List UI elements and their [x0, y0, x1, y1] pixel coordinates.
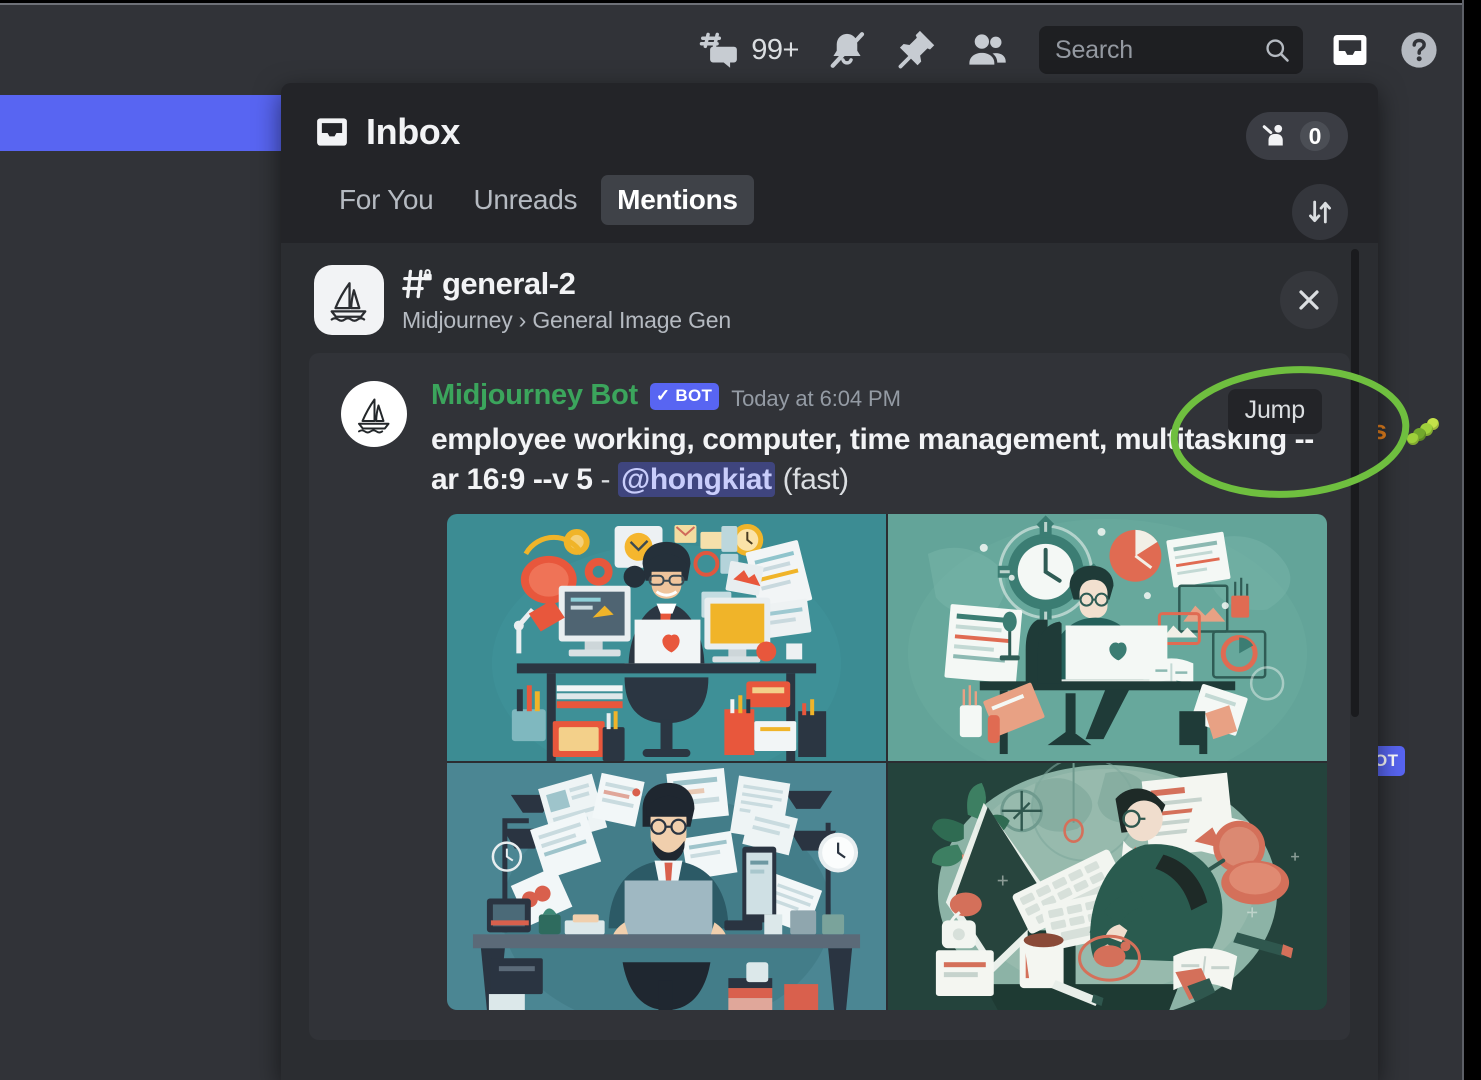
caterpillar-emoji [1405, 418, 1439, 448]
threads-button[interactable]: 99+ [698, 28, 799, 72]
inbox-panel-body: general-2 Midjourney › General Image Gen… [281, 243, 1378, 1080]
inbox-button[interactable] [1329, 29, 1371, 71]
inbox-popout-panel: Inbox For You Unreads Mentions 0 general… [281, 83, 1378, 1080]
generated-image-3[interactable] [447, 762, 886, 1010]
message-prompt-text: employee working, computer, time managem… [431, 423, 1314, 496]
bot-badge-label: BOT [675, 386, 713, 405]
inbox-icon [313, 113, 351, 151]
help-button[interactable] [1397, 28, 1441, 72]
message-inner: Jump Midjourney Bot ✓ BOT Today at 6:04 … [309, 379, 1350, 1010]
raise-hand-pill[interactable]: 0 [1246, 112, 1348, 160]
help-icon [1397, 28, 1441, 72]
search-placeholder: Search [1055, 35, 1134, 64]
window-frame-right [1463, 0, 1481, 1080]
user-mention[interactable]: @hongkiat [618, 461, 775, 497]
close-icon [1299, 290, 1319, 310]
mention-message-card[interactable]: Jump Midjourney Bot ✓ BOT Today at 6:04 … [309, 353, 1350, 1040]
inbox-scrollbar-thumb[interactable] [1351, 249, 1359, 717]
background-selected-channel-row[interactable] [0, 95, 282, 151]
generated-image-grid[interactable] [447, 513, 1327, 1010]
inbox-tabs: For You Unreads Mentions [323, 175, 1346, 225]
message-timestamp: Today at 6:04 PM [731, 385, 901, 411]
inbox-icon [1329, 29, 1371, 71]
page-title: Inbox [366, 111, 460, 152]
midjourney-sailboat-icon [330, 282, 367, 322]
pinned-messages-button[interactable] [895, 28, 939, 72]
inbox-title-row: Inbox [313, 111, 1346, 153]
tab-for-you[interactable]: For You [323, 175, 449, 225]
sort-button[interactable] [1292, 184, 1348, 240]
channel-name-row: general-2 [402, 266, 731, 302]
top-toolbar: 99+ Search [0, 5, 1463, 95]
sort-icon [1309, 200, 1331, 224]
guild-icon[interactable] [314, 265, 384, 335]
message-content: employee working, computer, time managem… [431, 420, 1320, 500]
message-author[interactable]: Midjourney Bot [431, 379, 638, 412]
threads-count-badge: 99+ [751, 33, 799, 66]
message-main: Midjourney Bot ✓ BOT Today at 6:04 PM em… [431, 379, 1320, 500]
discord-window: s OT 99+ Search Inbox For You Unreads Me… [0, 0, 1481, 1080]
close-button[interactable] [1280, 271, 1338, 329]
hash-locked-icon [402, 266, 440, 302]
channel-name: general-2 [442, 266, 576, 301]
inbox-scrollbar-track[interactable] [1351, 83, 1370, 1080]
generated-image-2[interactable] [888, 513, 1327, 761]
bot-badge: ✓ BOT [649, 383, 720, 410]
verified-check-icon: ✓ [655, 386, 671, 405]
members-icon [965, 28, 1009, 72]
search-icon [1263, 36, 1291, 64]
message-header: Midjourney Bot ✓ BOT Today at 6:04 PM [431, 379, 1320, 412]
breadcrumb: Midjourney › General Image Gen [402, 307, 731, 333]
pin-icon [895, 28, 939, 72]
jump-button[interactable]: Jump [1227, 389, 1322, 434]
midjourney-sailboat-avatar [358, 398, 390, 434]
bell-muted-icon [825, 28, 869, 72]
avatar[interactable] [341, 381, 407, 447]
channel-header-row[interactable]: general-2 Midjourney › General Image Gen [309, 265, 1350, 335]
threads-icon [698, 28, 742, 72]
raise-hand-icon [1260, 121, 1290, 151]
notification-mute-button[interactable] [825, 28, 869, 72]
inbox-panel-header: Inbox For You Unreads Mentions 0 [281, 83, 1378, 243]
generated-image-1[interactable] [447, 513, 886, 761]
search-input[interactable]: Search [1039, 26, 1303, 74]
tab-mentions[interactable]: Mentions [601, 175, 754, 225]
message-dash: - [600, 462, 611, 496]
raise-hand-count: 0 [1300, 121, 1330, 151]
member-list-button[interactable] [965, 28, 1009, 72]
window-frame-right-line [1462, 0, 1464, 1080]
generated-image-4[interactable] [888, 762, 1327, 1010]
message-suffix: (fast) [782, 462, 849, 496]
message-row: Midjourney Bot ✓ BOT Today at 6:04 PM em… [341, 379, 1320, 500]
tab-unreads[interactable]: Unreads [457, 175, 593, 225]
channel-info: general-2 Midjourney › General Image Gen [402, 266, 731, 334]
